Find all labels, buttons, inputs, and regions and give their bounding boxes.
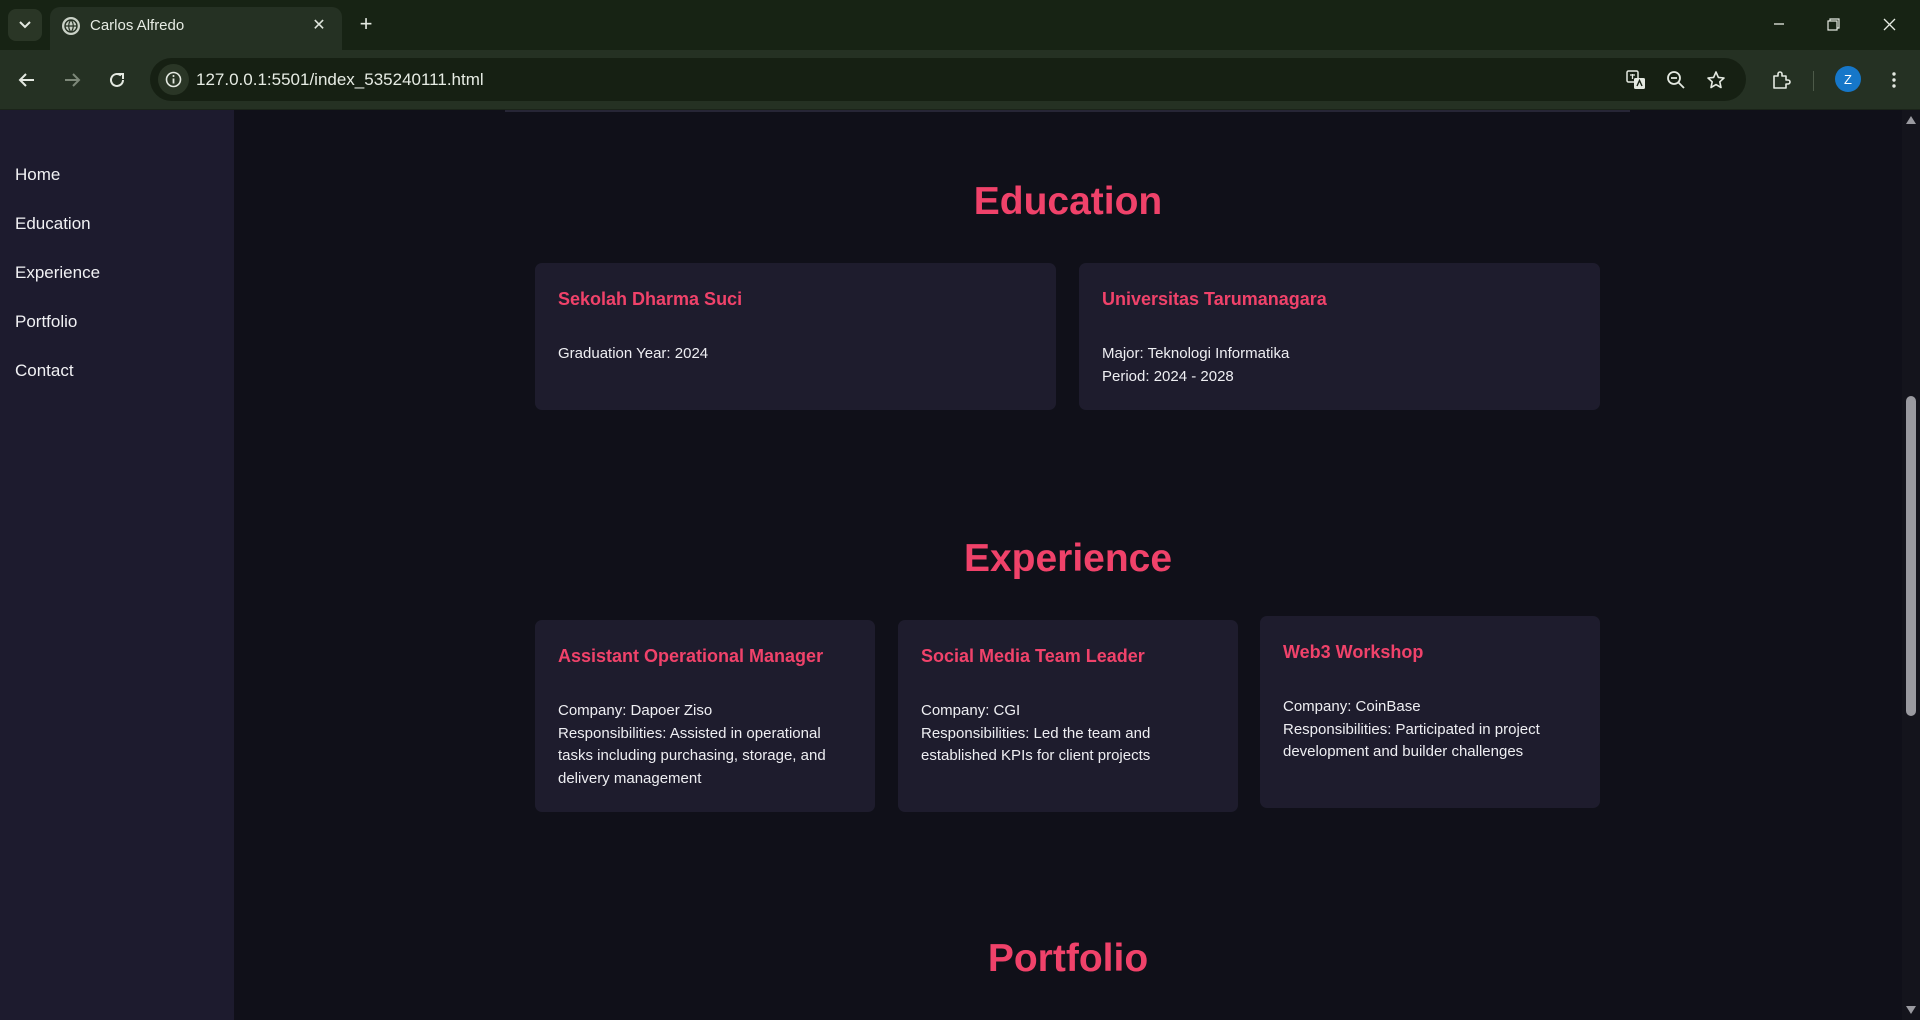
card-body: Graduation Year: 2024 <box>558 343 1038 366</box>
restore-icon <box>1826 17 1840 31</box>
scroll-up-icon[interactable] <box>1906 116 1916 124</box>
card-line: Responsibilities: Led the team and estab… <box>921 724 1151 765</box>
back-button[interactable] <box>10 63 44 97</box>
reload-button[interactable] <box>100 63 134 97</box>
profile-avatar[interactable]: Z <box>1835 66 1861 92</box>
zoom-button[interactable] <box>1663 67 1689 93</box>
translate-button[interactable] <box>1623 67 1649 93</box>
card-title: Sekolah Dharma Suci <box>558 289 743 309</box>
arrow-left-icon <box>18 73 34 87</box>
experience-card: Web3 Workshop Company: CoinBase Responsi… <box>1260 616 1600 808</box>
close-window-button[interactable] <box>1862 6 1916 42</box>
browser-tab[interactable]: Carlos Alfredo ✕ <box>50 7 342 50</box>
card-body: Company: Dapoer Ziso Responsibilities: A… <box>558 700 857 790</box>
site-info-button[interactable] <box>158 64 189 95</box>
translate-icon <box>1626 70 1645 89</box>
card-line: Company: CGI <box>921 702 1021 719</box>
card-title: Universitas Tarumanagara <box>1102 289 1327 309</box>
browser-tabstrip: Carlos Alfredo ✕ + <box>0 0 1920 50</box>
extensions-button[interactable] <box>1764 63 1798 97</box>
card-line: Graduation Year: 2024 <box>558 345 709 362</box>
card-title: Assistant Operational Manager <box>558 646 824 666</box>
card-line: Major: Teknologi Informatika <box>1102 345 1290 362</box>
puzzle-icon <box>1773 71 1791 89</box>
browser-menu-button[interactable] <box>1877 63 1911 97</box>
card-line: Responsibilities: Participated in projec… <box>1283 720 1540 761</box>
sidebar-item-home[interactable]: Home <box>15 165 60 185</box>
bookmark-button[interactable] <box>1703 67 1729 93</box>
card-body: Company: CGI Responsibilities: Led the t… <box>921 700 1220 768</box>
zoom-out-icon <box>1667 71 1685 89</box>
url-text: 127.0.0.1:5501/index_535240111.html <box>196 70 484 89</box>
minimize-icon <box>1774 23 1784 25</box>
sidebar-item-education[interactable]: Education <box>15 214 91 234</box>
sidebar: Home Education Experience Portfolio Cont… <box>0 110 234 1020</box>
card-title: Web3 Workshop <box>1283 642 1424 662</box>
forward-button[interactable] <box>55 63 89 97</box>
restore-button[interactable] <box>1806 6 1860 42</box>
education-heading: Education <box>973 180 1163 223</box>
card-body: Major: Teknologi Informatika Period: 202… <box>1102 343 1582 388</box>
sidebar-item-experience[interactable]: Experience <box>15 263 100 283</box>
close-tab-icon[interactable]: ✕ <box>308 14 330 36</box>
close-icon <box>1883 18 1895 30</box>
page-scrollbar[interactable] <box>1902 110 1920 1020</box>
browser-toolbar: 127.0.0.1:5501/index_535240111.html Z <box>0 50 1920 110</box>
globe-icon <box>62 17 80 35</box>
sidebar-item-portfolio[interactable]: Portfolio <box>15 312 77 332</box>
star-icon <box>1707 71 1725 89</box>
card-body: Company: CoinBase Responsibilities: Part… <box>1283 696 1582 764</box>
tab-title: Carlos Alfredo <box>90 17 185 34</box>
card-line: Company: Dapoer Ziso <box>558 702 713 719</box>
experience-heading: Experience <box>963 537 1173 580</box>
chevron-down-icon <box>19 21 31 29</box>
scroll-down-icon[interactable] <box>1906 1006 1916 1014</box>
kebab-menu-icon <box>1892 72 1896 88</box>
toolbar-divider <box>1813 71 1814 91</box>
address-bar[interactable]: 127.0.0.1:5501/index_535240111.html <box>150 58 1746 101</box>
new-tab-button[interactable]: + <box>352 10 380 38</box>
card-line: Company: CoinBase <box>1283 698 1421 715</box>
info-icon <box>165 71 182 88</box>
experience-card: Social Media Team Leader Company: CGI Re… <box>898 620 1238 812</box>
scrollbar-thumb[interactable] <box>1906 396 1916 716</box>
page-viewport: Home Education Experience Portfolio Cont… <box>0 110 1920 1020</box>
sidebar-item-contact[interactable]: Contact <box>15 361 74 381</box>
card-line: Period: 2024 - 2028 <box>1102 367 1234 385</box>
tab-search-button[interactable] <box>8 9 42 41</box>
reload-icon <box>110 72 124 87</box>
portfolio-heading: Portfolio <box>987 937 1149 980</box>
card-title: Social Media Team Leader <box>921 646 1145 666</box>
section-divider <box>505 110 1630 112</box>
education-card: Sekolah Dharma Suci Graduation Year: 202… <box>535 263 1056 410</box>
education-card: Universitas Tarumanagara Major: Teknolog… <box>1079 263 1600 410</box>
experience-card: Assistant Operational Manager Company: D… <box>535 620 875 812</box>
arrow-right-icon <box>65 73 81 87</box>
card-line: Responsibilities: Assisted in operationa… <box>558 724 826 787</box>
minimize-button[interactable] <box>1752 6 1806 42</box>
